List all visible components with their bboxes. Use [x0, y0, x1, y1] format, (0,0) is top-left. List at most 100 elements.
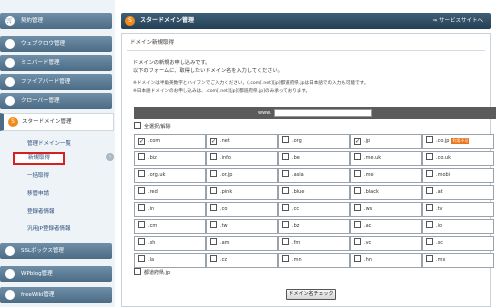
nav-item-firebird[interactable]: F ファイアバード管理 [0, 74, 112, 90]
tld-checkbox[interactable] [354, 204, 361, 211]
tld-checkbox[interactable] [282, 221, 289, 228]
tld-option[interactable]: .co.jp 利用不可 [422, 134, 494, 149]
tld-checkbox[interactable] [426, 153, 433, 160]
tld-checkbox[interactable] [138, 221, 145, 228]
nav-item-wpblog[interactable]: W WPblog管理 [0, 266, 112, 282]
tld-option[interactable]: .mx [422, 253, 494, 268]
nav-item-freewiki[interactable]: f freeWiki管理 [0, 287, 112, 303]
tld-checkbox[interactable]: ✓ [210, 138, 217, 145]
tld-checkbox[interactable] [138, 255, 145, 262]
tld-checkbox[interactable] [354, 170, 361, 177]
tld-checkbox[interactable] [282, 170, 289, 177]
sub-item-jp-registrant-info[interactable]: 汎用JP登録者情報 [27, 224, 70, 232]
nav-item-webcrow[interactable]: ◉ ウェブクロウ管理 [0, 36, 112, 52]
tld-checkbox[interactable] [354, 153, 361, 160]
tld-option[interactable]: .am [206, 236, 278, 251]
nav-item-minibird[interactable]: ✎ ミニバード管理 [0, 55, 112, 71]
tld-checkbox[interactable] [138, 238, 145, 245]
tld-checkbox[interactable] [426, 136, 433, 143]
select-all-checkbox[interactable] [134, 122, 141, 129]
tld-option[interactable]: .vc [350, 236, 422, 251]
tld-option[interactable]: .at [422, 185, 494, 200]
tld-option[interactable]: .biz [134, 151, 206, 166]
tld-option[interactable]: .org.uk [134, 168, 206, 183]
tld-option[interactable]: .or.jp [206, 168, 278, 183]
tld-checkbox[interactable] [210, 153, 217, 160]
tld-checkbox[interactable]: ✓ [138, 138, 145, 145]
sub-item-new-registration[interactable]: 新規取得 [13, 152, 65, 165]
tld-option[interactable]: .cz [206, 253, 278, 268]
tld-checkbox[interactable] [354, 187, 361, 194]
tld-checkbox[interactable] [210, 238, 217, 245]
nav-item-contract[interactable]: 🛒 契約管理 [0, 13, 112, 29]
tld-option[interactable]: .co [206, 202, 278, 217]
tld-checkbox[interactable] [138, 187, 145, 194]
tld-option[interactable]: .pink [206, 185, 278, 200]
tld-checkbox[interactable] [426, 221, 433, 228]
tld-option[interactable]: .red [134, 185, 206, 200]
tld-option[interactable]: ✓ .net [206, 134, 278, 149]
nav-item-clover[interactable]: ✿ クローバー管理 [0, 93, 112, 109]
tld-option[interactable]: .in [134, 202, 206, 217]
tld-option[interactable]: .bz [278, 219, 350, 234]
tld-checkbox[interactable] [210, 170, 217, 177]
tld-option[interactable]: .asia [278, 168, 350, 183]
tld-checkbox[interactable] [426, 255, 433, 262]
tld-checkbox[interactable] [138, 204, 145, 211]
tld-option[interactable]: .me.uk [350, 151, 422, 166]
tld-checkbox[interactable] [210, 221, 217, 228]
nav-item-stardomain[interactable]: S スタードメイン管理 [0, 113, 114, 131]
tld-checkbox[interactable]: ✓ [354, 138, 361, 145]
tld-option[interactable]: .hn [350, 253, 422, 268]
tld-option[interactable]: .ac [350, 219, 422, 234]
tld-option[interactable]: .cm [134, 219, 206, 234]
tld-option[interactable]: .sh [134, 236, 206, 251]
tld-option[interactable]: .fm [278, 236, 350, 251]
tld-option[interactable]: .org [278, 134, 350, 149]
tld-checkbox[interactable] [354, 238, 361, 245]
tld-checkbox[interactable] [426, 187, 433, 194]
domain-name-input[interactable] [274, 109, 372, 117]
tld-option[interactable]: .me [350, 168, 422, 183]
tld-option[interactable]: .tw [206, 219, 278, 234]
tld-checkbox[interactable] [426, 170, 433, 177]
tld-checkbox[interactable] [282, 255, 289, 262]
select-all-toggle[interactable]: 全選択/解除 [134, 122, 171, 130]
domain-check-button[interactable]: ドメイン名チェック [286, 289, 336, 300]
tld-option[interactable]: .ws [350, 202, 422, 217]
tld-checkbox[interactable] [282, 187, 289, 194]
tld-checkbox[interactable] [426, 204, 433, 211]
tld-checkbox[interactable] [210, 204, 217, 211]
tld-checkbox[interactable] [210, 255, 217, 262]
tld-checkbox[interactable] [282, 238, 289, 245]
sub-item-transfer[interactable]: 移管申請 [27, 189, 49, 197]
sub-item-bulk-registration[interactable]: 一括取得 [27, 171, 49, 179]
tld-checkbox[interactable] [426, 238, 433, 245]
tld-checkbox[interactable] [282, 204, 289, 211]
prefecture-jp-checkbox[interactable] [134, 268, 141, 275]
tld-option[interactable]: ✓ .jp [350, 134, 422, 149]
tld-option[interactable]: .io [422, 219, 494, 234]
tld-checkbox[interactable] [282, 136, 289, 143]
tld-checkbox[interactable] [210, 187, 217, 194]
prefecture-jp-option[interactable]: 都道府県.jp [134, 268, 170, 276]
tld-checkbox[interactable] [138, 153, 145, 160]
tld-option[interactable]: .sc [422, 236, 494, 251]
sub-item-registrant-info[interactable]: 登録者情報 [27, 207, 55, 215]
tld-option[interactable]: .blue [278, 185, 350, 200]
tld-checkbox[interactable] [282, 153, 289, 160]
sub-item-domain-list[interactable]: 管理ドメイン一覧 [27, 139, 71, 147]
tld-option[interactable]: .mn [278, 253, 350, 268]
tld-option[interactable]: .info [206, 151, 278, 166]
tld-option[interactable]: .tv [422, 202, 494, 217]
tld-checkbox[interactable] [354, 255, 361, 262]
tld-option[interactable]: .co.uk [422, 151, 494, 166]
tld-option[interactable]: .black [350, 185, 422, 200]
service-site-link[interactable]: ⇒ サービスサイトへ [433, 13, 483, 29]
tld-checkbox[interactable] [138, 170, 145, 177]
nav-item-sslbox[interactable]: S SSLボックス管理 [0, 243, 112, 259]
tld-checkbox[interactable] [354, 221, 361, 228]
tld-option[interactable]: .la [134, 253, 206, 268]
tld-option[interactable]: .mobi [422, 168, 494, 183]
tld-option[interactable]: .be [278, 151, 350, 166]
